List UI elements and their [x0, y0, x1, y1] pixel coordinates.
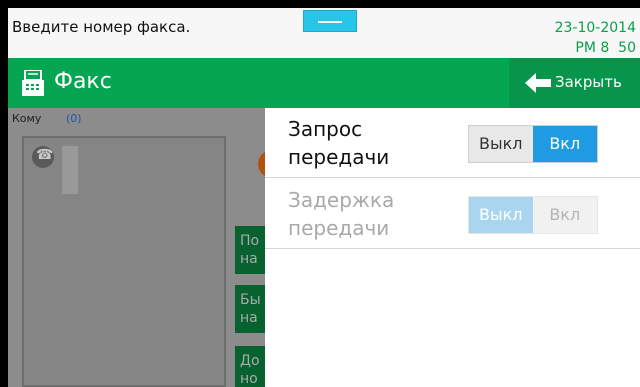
- delayed-send-toggle: Выкл Вкл: [468, 196, 598, 234]
- status-message: Введите номер факса.: [12, 18, 191, 36]
- app-header: Факс Закрыть: [8, 58, 640, 108]
- poll-request-toggle[interactable]: Выкл Вкл: [468, 125, 598, 163]
- setting-row-delayed-send: Задержка передачи Выкл Вкл: [265, 179, 640, 249]
- status-datetime: 23-10-2014 PM 8 50: [555, 18, 636, 58]
- recipient-list: [22, 136, 226, 387]
- arrow-left-icon: [525, 73, 551, 93]
- to-label: Кому: [12, 112, 42, 125]
- close-label: Закрыть: [555, 73, 622, 91]
- setting-row-poll-request: Запрос передачи Выкл Вкл: [265, 108, 640, 178]
- toggle-on-option[interactable]: Вкл: [532, 126, 597, 162]
- fax-icon: [22, 70, 44, 96]
- device-frame: Введите номер факса. 23-10-2014 PM 8 50 …: [0, 0, 640, 387]
- list-strip: [62, 146, 78, 194]
- status-pull-handle[interactable]: [303, 10, 357, 32]
- settings-popup: Запрос передачи Выкл Вкл Задержка переда…: [265, 108, 640, 387]
- toggle-off-option: Выкл: [469, 197, 533, 233]
- close-button[interactable]: Закрыть: [509, 58, 640, 108]
- to-count: (0): [66, 112, 82, 125]
- status-time: PM 8 50: [575, 40, 636, 56]
- page-title: Факс: [54, 69, 112, 94]
- toggle-off-option[interactable]: Выкл: [469, 126, 533, 162]
- status-bar: Введите номер факса. 23-10-2014 PM 8 50: [8, 8, 640, 58]
- screen: Введите номер факса. 23-10-2014 PM 8 50 …: [8, 8, 640, 387]
- setting-label: Запрос передачи: [288, 117, 390, 169]
- toggle-on-option: Вкл: [532, 197, 597, 233]
- setting-label: Задержка передачи: [288, 188, 395, 240]
- status-date: 23-10-2014: [554, 20, 636, 36]
- phone-icon: [32, 146, 54, 168]
